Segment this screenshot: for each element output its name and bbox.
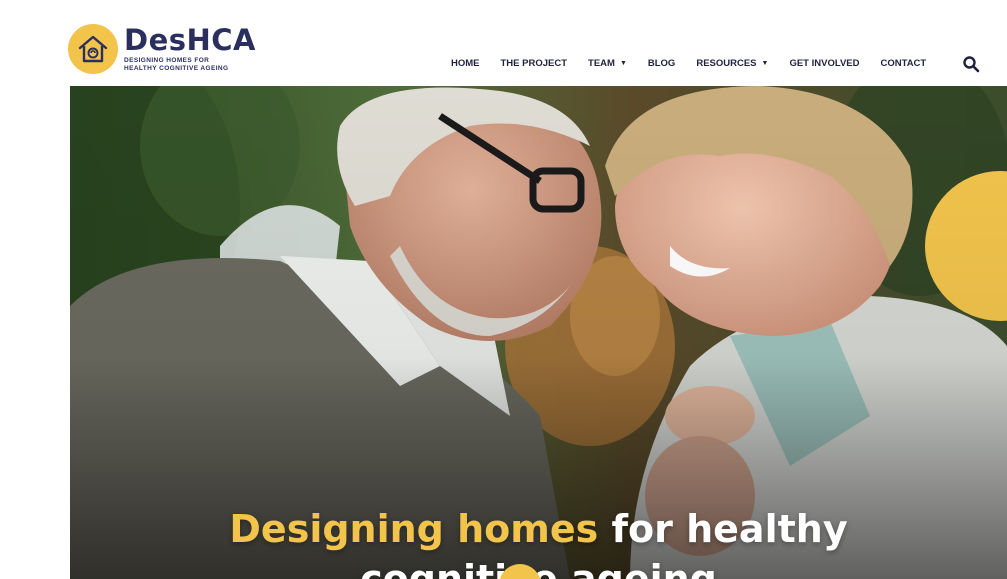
search-icon[interactable] bbox=[962, 55, 980, 73]
site-logo[interactable]: DesHCA DESIGNING HOMES FOR HEALTHY COGNI… bbox=[68, 24, 264, 74]
logo-tagline-line1: DESIGNING HOMES FOR bbox=[124, 57, 210, 65]
logo-tagline-line2: HEALTHY COGNITIVE AGEING bbox=[124, 64, 229, 72]
nav-label: HOME bbox=[451, 58, 480, 69]
caret-down-icon: ▼ bbox=[761, 60, 769, 67]
nav-label: THE PROJECT bbox=[500, 58, 568, 69]
nav-item-team[interactable]: TEAM ▼ bbox=[588, 58, 627, 69]
house-logo-icon bbox=[68, 24, 118, 74]
main-nav: HOME THE PROJECT TEAM ▼ BLOG RESOURCES ▼… bbox=[451, 58, 947, 89]
nav-item-blog[interactable]: BLOG bbox=[648, 58, 675, 69]
nav-label: GET INVOLVED bbox=[789, 58, 860, 69]
logo-tagline: DESIGNING HOMES FOR HEALTHY COGNITIVE AG… bbox=[124, 57, 264, 72]
nav-item-resources[interactable]: RESOURCES ▼ bbox=[696, 58, 768, 69]
nav-item-home[interactable]: HOME bbox=[451, 58, 480, 89]
nav-label: TEAM bbox=[588, 58, 615, 69]
caret-down-icon: ▼ bbox=[619, 60, 627, 67]
nav-item-contact[interactable]: CONTACT bbox=[880, 58, 926, 69]
hero-heading-highlight: Designing homes bbox=[229, 507, 599, 551]
nav-label: CONTACT bbox=[880, 58, 927, 69]
hero-section: Designing homes for healthy cognitive ag… bbox=[70, 86, 1007, 579]
nav-item-the-project[interactable]: THE PROJECT bbox=[501, 58, 568, 69]
site-header: DesHCA DESIGNING HOMES FOR HEALTHY COGNI… bbox=[0, 0, 1007, 89]
nav-item-get-involved[interactable]: GET INVOLVED bbox=[789, 58, 859, 69]
hero-heading: Designing homes for healthy cognitive ag… bbox=[70, 504, 1007, 579]
nav-label: RESOURCES bbox=[696, 58, 757, 69]
nav-label: BLOG bbox=[647, 58, 676, 69]
hero-heading-rest: for healthy bbox=[598, 507, 848, 551]
logo-wordmark: DesHCA bbox=[124, 23, 256, 58]
